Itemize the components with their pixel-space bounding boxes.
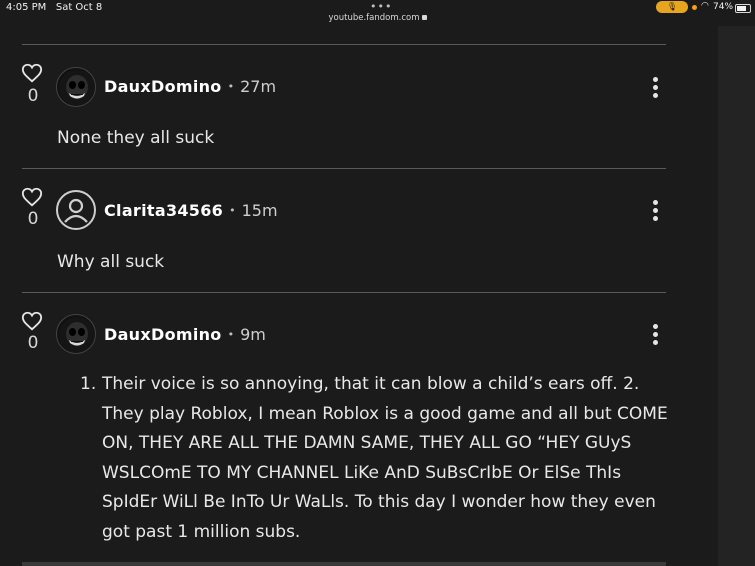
heart-icon[interactable] (21, 186, 43, 208)
skull-avatar[interactable] (56, 314, 96, 354)
comment-meta: Clarita34566 • 15m (104, 201, 278, 220)
multitasking-dots-icon[interactable]: ••• (370, 0, 392, 13)
battery-icon (735, 4, 751, 13)
divider (22, 168, 666, 169)
separator-dot: • (227, 80, 235, 93)
wifi-icon: ◠ (701, 1, 709, 11)
like-count: 0 (27, 209, 39, 229)
separator-dot: • (227, 328, 235, 341)
url-bar[interactable]: youtube.fandom.com (0, 13, 755, 23)
recording-dot-icon (692, 5, 697, 10)
divider (22, 292, 666, 293)
comment-text: None they all suck (57, 128, 215, 148)
battery-percent: 74% (713, 2, 734, 12)
heart-icon[interactable] (21, 310, 43, 332)
username[interactable]: Clarita34566 (104, 201, 223, 220)
default-user-avatar[interactable] (56, 190, 96, 230)
microphone-icon: 🎙 (656, 1, 688, 13)
username[interactable]: DauxDomino (104, 77, 222, 96)
more-options-icon[interactable] (650, 324, 660, 348)
status-bar: 4:05 PM Sat Oct 8 ••• youtube.fandom.com… (0, 0, 755, 26)
status-time-date: 4:05 PM Sat Oct 8 (6, 2, 103, 13)
heart-icon[interactable] (21, 62, 43, 84)
skull-avatar[interactable] (56, 67, 96, 107)
comment-text: 1. Their voice is so annoying, that it c… (80, 370, 680, 547)
like-count: 0 (27, 333, 39, 353)
comment-text: Why all suck (57, 252, 165, 272)
more-options-icon[interactable] (650, 77, 660, 101)
more-options-icon[interactable] (650, 200, 660, 224)
right-gutter (718, 26, 755, 566)
next-comment-edge (22, 562, 666, 566)
username[interactable]: DauxDomino (104, 325, 222, 344)
comment-meta: DauxDomino • 27m (104, 77, 276, 96)
url-text: youtube.fandom.com (328, 13, 420, 23)
comment-meta: DauxDomino • 9m (104, 325, 266, 344)
list-item-text: Their voice is so annoying, that it can … (102, 374, 668, 542)
timestamp: 27m (240, 77, 277, 96)
timestamp: 9m (240, 325, 266, 344)
timestamp: 15m (241, 201, 278, 220)
like-count: 0 (27, 86, 39, 106)
list-number: 1. (80, 374, 97, 394)
divider (22, 44, 666, 45)
lock-icon (421, 15, 427, 20)
separator-dot: • (229, 204, 236, 217)
